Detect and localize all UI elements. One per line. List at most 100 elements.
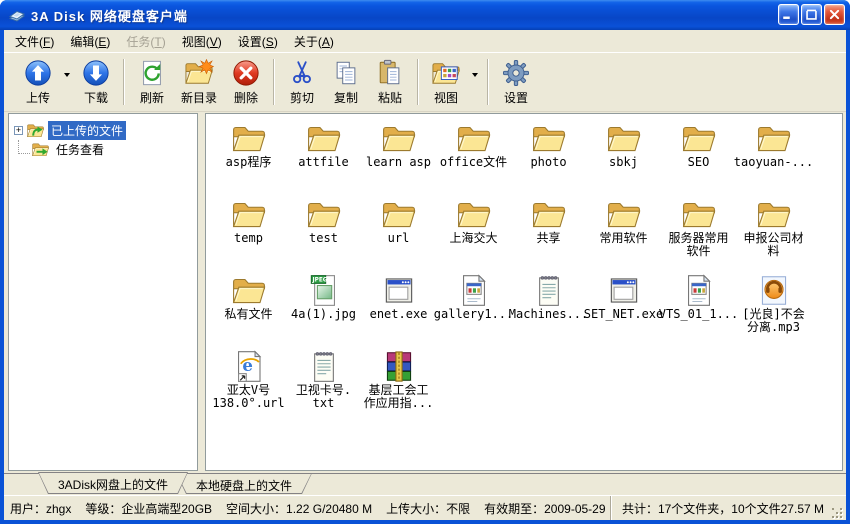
folder-icon <box>456 122 492 155</box>
tree-item-uploaded-files[interactable]: + 已上传的文件 <box>14 121 195 140</box>
txt-icon <box>531 274 567 307</box>
menu-item-about[interactable]: 关于(A) <box>286 30 342 53</box>
tree-item-label: 已上传的文件 <box>48 121 126 140</box>
viewmode-button[interactable]: 视图 <box>424 56 468 109</box>
file-item[interactable]: Machines... <box>511 274 586 350</box>
panel-splitter[interactable] <box>198 113 205 471</box>
status-account-info: 用户：zhgx等级：企业高端型20GB空间大小：1.22 G/20480 M上传… <box>10 500 610 517</box>
file-item[interactable]: asp程序 <box>211 122 286 198</box>
menu-item-view[interactable]: 视图(V) <box>174 30 230 53</box>
file-item[interactable]: 申报公司材 料 <box>736 198 811 274</box>
file-item[interactable]: url <box>361 198 436 274</box>
download-icon <box>81 59 111 87</box>
tree-item-task-view[interactable]: 任务查看 <box>14 140 195 159</box>
resize-grip[interactable] <box>830 506 844 520</box>
file-item[interactable]: learn asp <box>361 122 436 198</box>
title-bar[interactable]: 3A Disk 网络硬盘客户端 <box>0 0 850 30</box>
toolbar-separator <box>123 59 125 105</box>
file-item[interactable]: JPEG4a(1).jpg <box>286 274 361 350</box>
view-mode-icon <box>431 59 461 87</box>
file-item[interactable]: gallery1... <box>436 274 511 350</box>
menu-item-edit[interactable]: 编辑(E) <box>62 30 118 53</box>
status-segment: 等级：企业高端型20GB <box>85 500 212 517</box>
setup-button[interactable]: 设置 <box>494 56 538 109</box>
newdir-button[interactable]: 新目录 <box>174 56 224 109</box>
app-disk-icon <box>8 8 26 23</box>
file-item[interactable]: sbkj <box>586 122 661 198</box>
file-item[interactable]: photo <box>511 122 586 198</box>
download-button[interactable]: 下载 <box>74 56 118 109</box>
tab-label: 3ADisk网盘上的文件 <box>38 472 188 493</box>
copy-button[interactable]: 复制 <box>324 56 368 109</box>
file-item[interactable]: [光良]不会 分离.mp3 <box>736 274 811 350</box>
refresh-button[interactable]: 刷新 <box>130 56 174 109</box>
file-item[interactable]: VTS_01_1... <box>661 274 736 350</box>
folder-icon <box>456 198 492 231</box>
exe-icon <box>606 274 642 307</box>
upload-dropdown-arrow[interactable] <box>60 73 74 91</box>
delete-button[interactable]: 删除 <box>224 56 268 109</box>
file-item[interactable]: 上海交大 <box>436 198 511 274</box>
tab-label: 本地硬盘上的文件 <box>176 473 312 494</box>
menu-item-file[interactable]: 文件(F) <box>7 30 62 53</box>
menu-item-settings[interactable]: 设置(S) <box>230 30 286 53</box>
file-item[interactable]: SEO <box>661 122 736 198</box>
folder-icon <box>231 122 267 155</box>
file-item-label: 基层工会工 作应用指... <box>364 384 434 410</box>
file-item-label: sbkj <box>609 156 638 169</box>
file-item[interactable]: taoyuan-... <box>736 122 811 198</box>
toolbar-separator <box>417 59 419 105</box>
folder-icon <box>606 122 642 155</box>
file-item[interactable]: 常用软件 <box>586 198 661 274</box>
file-item[interactable]: SET_NET.exe <box>586 274 661 350</box>
file-item-label: office文件 <box>440 156 507 169</box>
new-folder-icon <box>184 59 214 87</box>
folder-icon <box>531 198 567 231</box>
file-item-label: Machines... <box>509 308 588 321</box>
toolbar: 上传下载刷新新目录删除剪切复制粘贴视图设置 <box>4 52 846 112</box>
file-item-label: SEO <box>688 156 710 169</box>
file-item[interactable]: 私有文件 <box>211 274 286 350</box>
file-item-label: attfile <box>298 156 349 169</box>
file-item-label: enet.exe <box>370 308 428 321</box>
close-button[interactable] <box>824 4 845 25</box>
delete-icon <box>231 59 261 87</box>
txt-icon <box>306 350 342 383</box>
file-item[interactable]: office文件 <box>436 122 511 198</box>
html-icon <box>456 274 492 307</box>
file-item[interactable]: e亚太V号 138.0°.url <box>211 350 286 426</box>
file-item-label: 卫视卡号. txt <box>296 384 351 410</box>
svg-text:JPEG: JPEG <box>311 278 327 284</box>
viewmode-dropdown-arrow[interactable] <box>468 73 482 91</box>
maximize-button[interactable] <box>801 4 822 25</box>
tree-expander[interactable]: + <box>14 126 23 135</box>
folder-icon <box>756 122 792 155</box>
file-item-label: [光良]不会 分离.mp3 <box>742 308 804 334</box>
folder-icon <box>381 122 417 155</box>
bottom-tab-strip: 3ADisk网盘上的文件本地硬盘上的文件 <box>4 473 846 495</box>
file-item-label: 共享 <box>536 232 560 245</box>
file-item[interactable]: attfile <box>286 122 361 198</box>
paste-button[interactable]: 粘贴 <box>368 56 412 109</box>
window-title: 3A Disk 网络硬盘客户端 <box>31 6 188 25</box>
status-segment: 空间大小：1.22 G/20480 M <box>226 500 372 517</box>
file-item[interactable]: temp <box>211 198 286 274</box>
file-item[interactable]: 共享 <box>511 198 586 274</box>
file-item-label: learn asp <box>366 156 431 169</box>
file-item[interactable]: test <box>286 198 361 274</box>
file-item[interactable]: 服务器常用 软件 <box>661 198 736 274</box>
file-item-label: asp程序 <box>226 156 272 169</box>
toolbar-separator <box>273 59 275 105</box>
tab-remote[interactable]: 3ADisk网盘上的文件 <box>38 472 188 494</box>
file-item[interactable]: 卫视卡号. txt <box>286 350 361 426</box>
tab-local[interactable]: 本地硬盘上的文件 <box>176 473 312 494</box>
file-item[interactable]: enet.exe <box>361 274 436 350</box>
file-item[interactable]: 基层工会工 作应用指... <box>361 350 436 426</box>
status-total: 共计：17个文件夹，10个文件27.57 M <box>612 500 830 517</box>
cut-button[interactable]: 剪切 <box>280 56 324 109</box>
chevron-down-icon <box>472 73 478 77</box>
upload-button[interactable]: 上传 <box>16 56 60 109</box>
window-controls <box>778 4 845 25</box>
minimize-button[interactable] <box>778 4 799 25</box>
status-bar: 用户：zhgx等级：企业高端型20GB空间大小：1.22 G/20480 M上传… <box>4 495 846 520</box>
